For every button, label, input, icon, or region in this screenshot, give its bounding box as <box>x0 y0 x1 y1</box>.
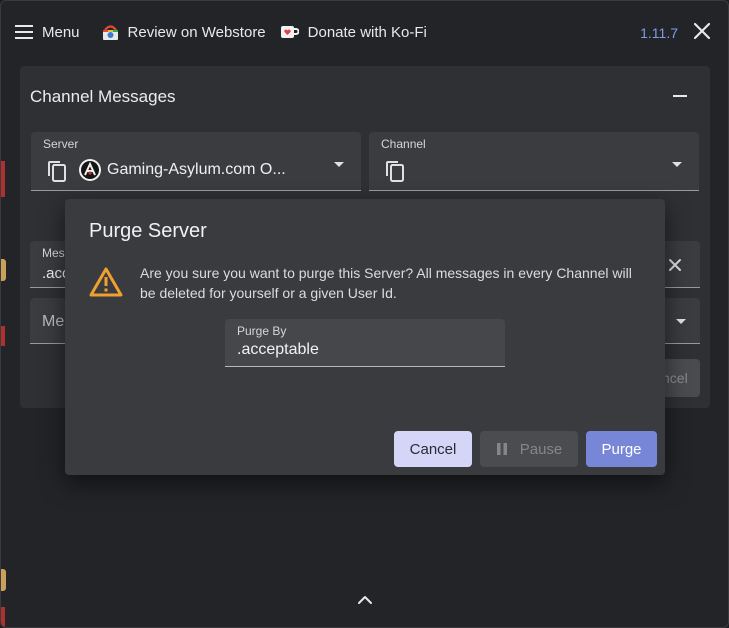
purge-button[interactable]: Purge <box>586 431 657 467</box>
top-bar: Menu Review on Webstore Donate with Ko-F… <box>1 1 728 63</box>
side-strip <box>1 607 5 627</box>
panel-title: Channel Messages <box>30 87 176 106</box>
cancel-button[interactable]: Cancel <box>394 431 472 467</box>
channel-select[interactable]: Channel <box>369 132 699 191</box>
pause-button[interactable]: Pause <box>480 431 578 467</box>
menu-label: Menu <box>42 23 80 41</box>
side-strip <box>1 326 5 346</box>
cancel-label: Cancel <box>409 440 457 458</box>
webstore-icon <box>102 24 119 41</box>
side-decoration <box>1 569 6 591</box>
version-text: 1.11.7 <box>640 25 678 41</box>
clear-icon[interactable] <box>668 258 682 272</box>
purge-by-input[interactable] <box>237 341 492 359</box>
messages-label: Mes <box>42 246 65 260</box>
channel-label: Channel <box>381 137 426 151</box>
warning-icon <box>89 267 123 297</box>
menu-button[interactable]: Menu <box>15 24 80 41</box>
hamburger-icon <box>15 25 33 39</box>
server-label: Server <box>43 137 79 151</box>
pause-icon <box>496 443 507 455</box>
webstore-label: Review on Webstore <box>127 23 266 41</box>
server-select[interactable]: Server Gaming-Asylum.com O... <box>31 132 361 191</box>
purge-by-field[interactable]: Purge By <box>225 319 505 367</box>
server-avatar <box>79 159 101 181</box>
copy-icon[interactable] <box>385 160 405 182</box>
chevron-up-icon[interactable] <box>357 594 373 606</box>
purge-server-dialog: Purge Server Are you sure you want to pu… <box>65 199 665 475</box>
purge-by-label: Purge By <box>237 324 287 338</box>
background-cancel-label: ncel <box>662 370 688 386</box>
dropdown-arrow-icon <box>334 162 344 167</box>
kofi-cup-icon <box>280 25 299 40</box>
dropdown-arrow-icon <box>672 162 682 167</box>
side-decoration <box>1 259 6 281</box>
review-webstore-link[interactable]: Review on Webstore <box>102 24 266 41</box>
pause-label: Pause <box>519 440 563 458</box>
copy-icon[interactable] <box>47 160 67 182</box>
dropdown-arrow-icon <box>676 319 686 324</box>
close-icon[interactable] <box>692 21 712 41</box>
collapse-icon[interactable] <box>673 95 687 97</box>
dialog-title: Purge Server <box>89 220 207 242</box>
donate-label: Donate with Ko-Fi <box>307 23 427 41</box>
dialog-message: Are you sure you want to purge this Serv… <box>140 265 632 301</box>
side-strip <box>1 161 5 197</box>
purge-label: Purge <box>601 440 642 458</box>
secondary-value: Me <box>42 313 65 330</box>
server-value: Gaming-Asylum.com O... <box>107 161 286 178</box>
donate-kofi-link[interactable]: Donate with Ko-Fi <box>280 24 427 41</box>
app-window: Menu Review on Webstore Donate with Ko-F… <box>0 0 729 628</box>
